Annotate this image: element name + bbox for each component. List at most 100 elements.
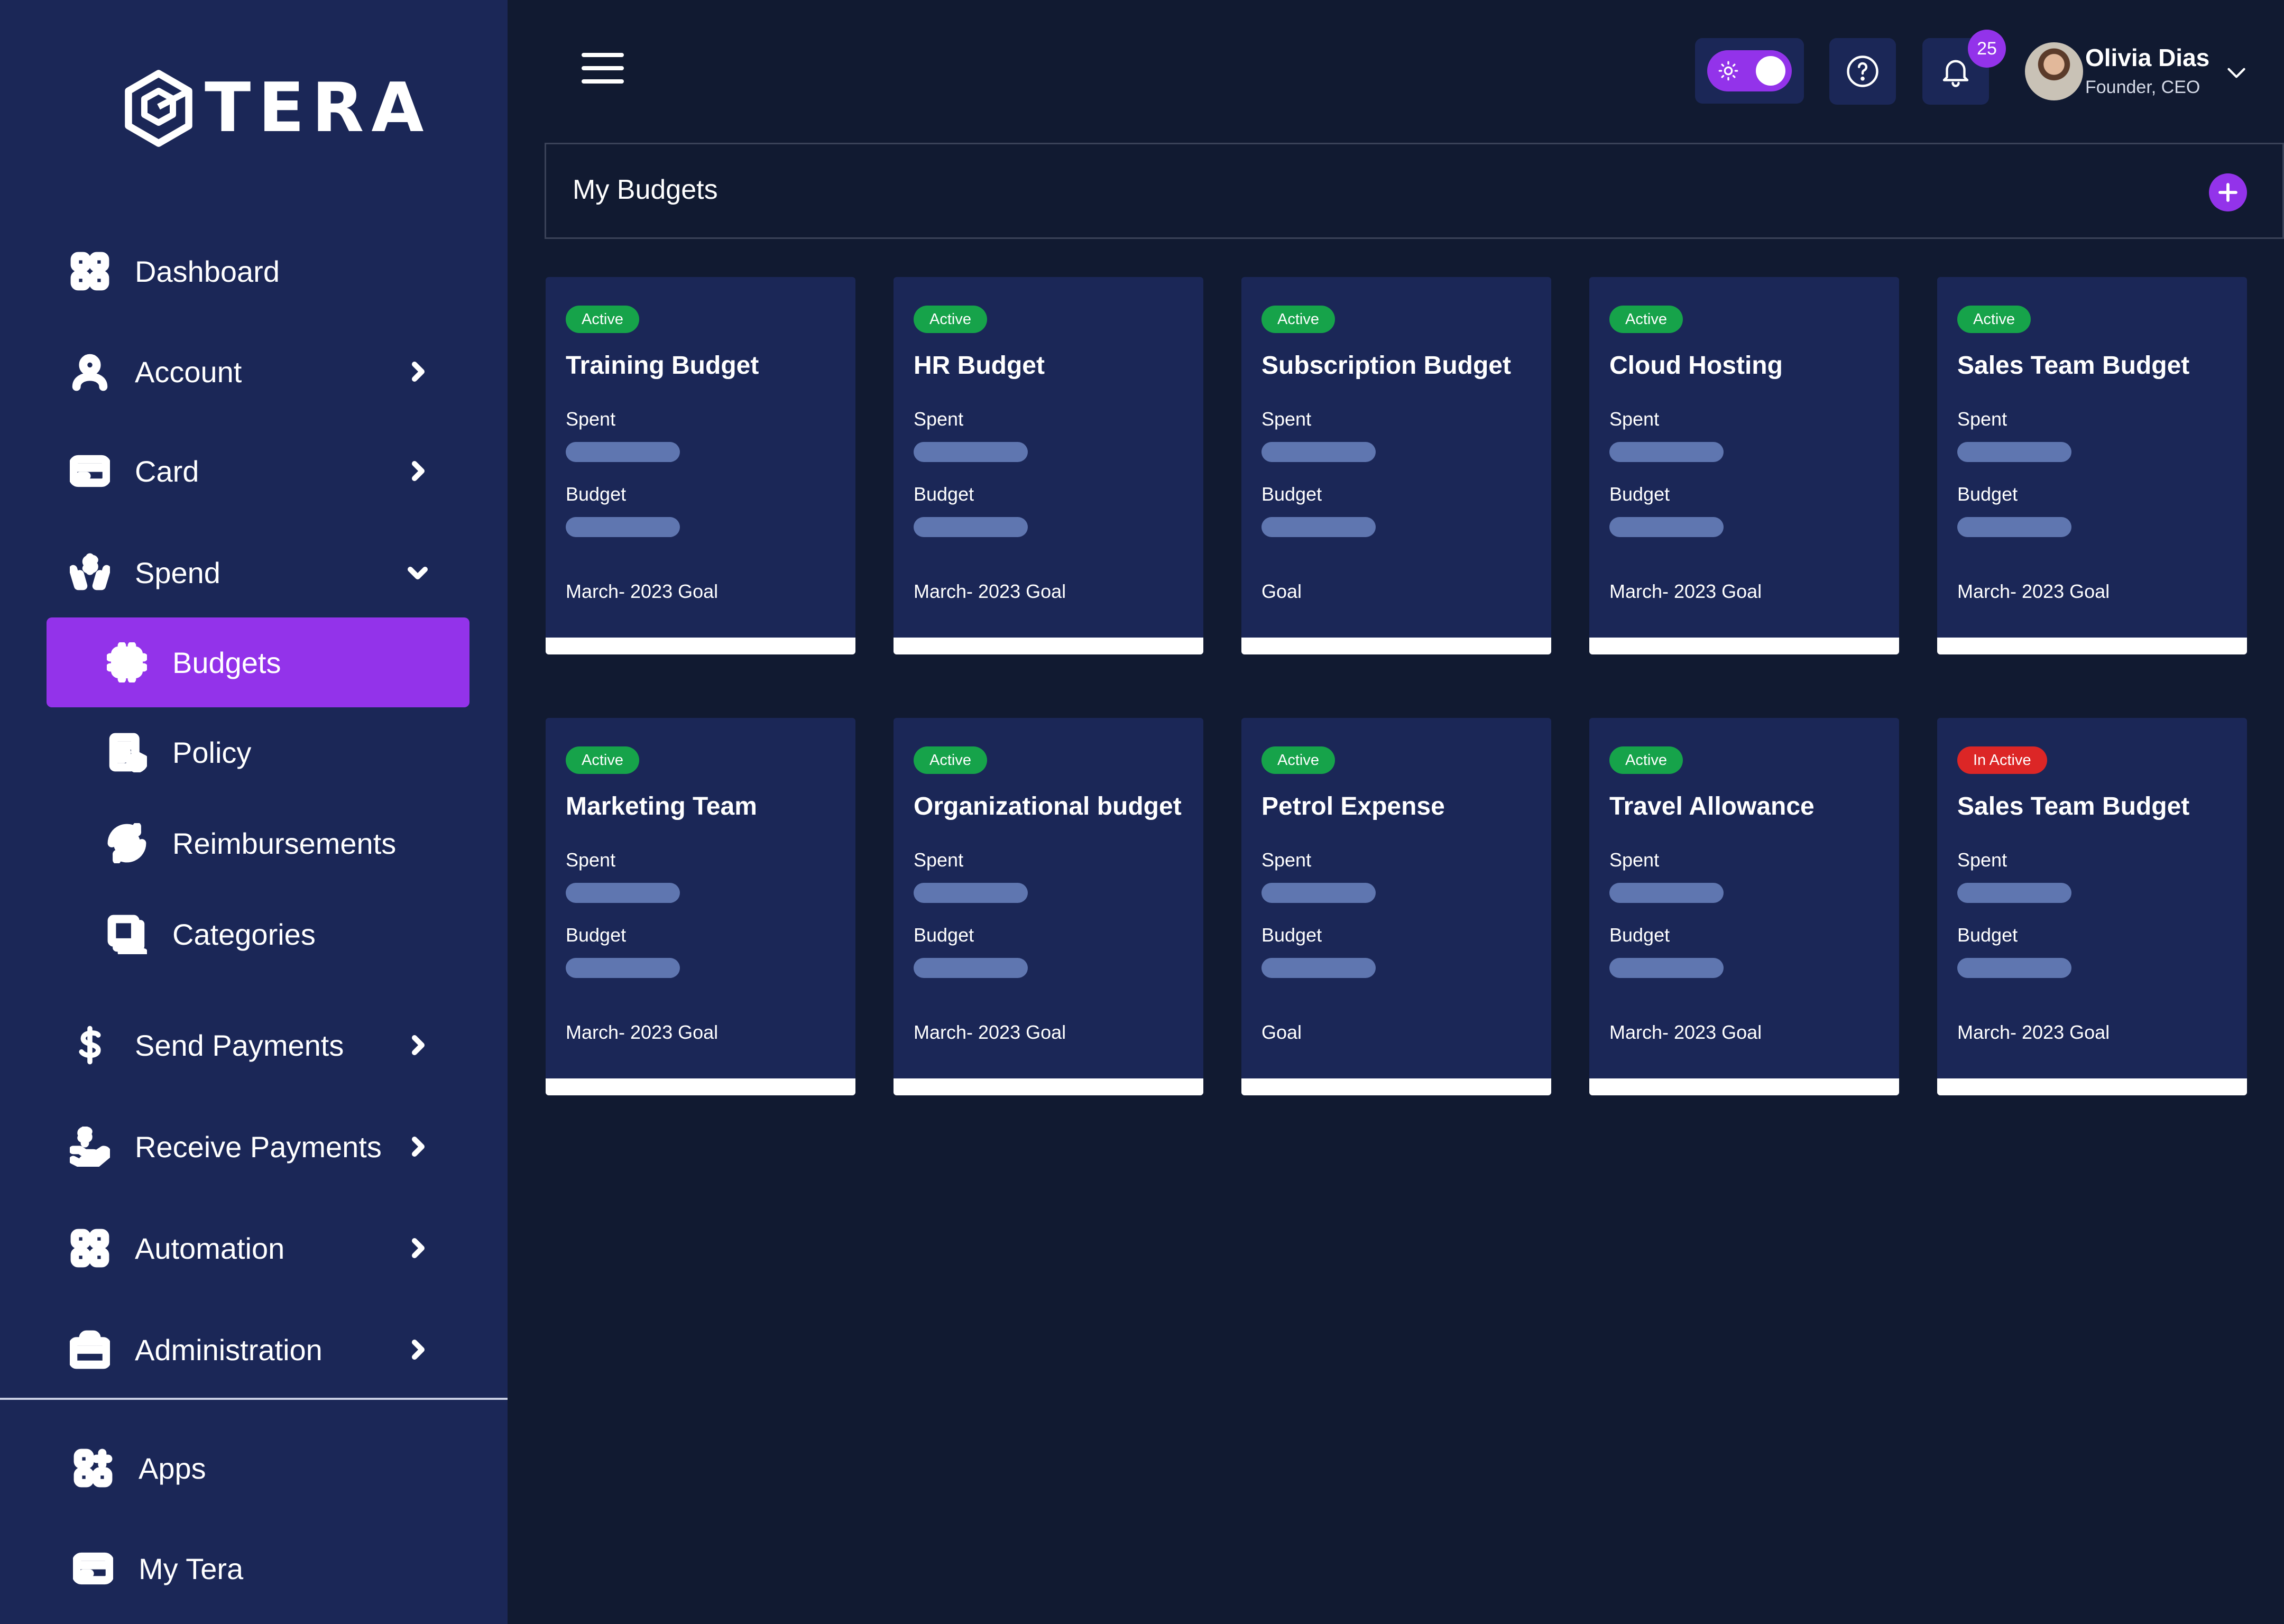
goal-label: Goal <box>1261 580 1302 602</box>
sidebar-subitem-categories[interactable]: Categories <box>47 889 469 979</box>
sidebar-subitem-policy[interactable]: Policy <box>47 707 469 797</box>
card-footer-bar <box>1589 638 1899 654</box>
budget-card[interactable]: Active HR Budget Spent Budget March- 202… <box>894 277 1203 654</box>
status-badge: Active <box>914 306 987 333</box>
hand-coin-icon <box>69 1125 111 1168</box>
budget-card[interactable]: In Active Sales Team Budget Spent Budget… <box>1937 718 2247 1095</box>
goal-label: March- 2023 Goal <box>914 1021 1066 1043</box>
money-hands-icon <box>69 551 111 594</box>
spent-bar <box>1261 442 1376 462</box>
dollar-icon <box>69 1024 111 1066</box>
sidebar-item-label: Apps <box>139 1451 206 1485</box>
budget-card[interactable]: Active Sales Team Budget Spent Budget Ma… <box>1937 277 2247 654</box>
spent-bar <box>914 442 1028 462</box>
sidebar-item-spend[interactable]: Spend <box>0 528 508 617</box>
refund-coin-icon <box>106 822 148 864</box>
sidebar-item-card[interactable]: Card <box>0 426 508 516</box>
budget-label: Budget <box>1957 924 2018 946</box>
budget-label: Budget <box>566 483 627 505</box>
goal-label: March- 2023 Goal <box>914 580 1066 602</box>
card-footer-bar <box>1937 1078 2247 1095</box>
sun-icon <box>1718 61 1738 81</box>
goal-label: March- 2023 Goal <box>1957 580 2110 602</box>
page-header: My Budgets <box>545 143 2284 239</box>
budget-card[interactable]: Active Organizational budget Spent Budge… <box>894 718 1203 1095</box>
spent-bar <box>1609 883 1724 903</box>
chevron-right-icon <box>403 357 432 386</box>
budget-title: Sales Team Budget <box>1957 352 2190 380</box>
budget-title: Organizational budget <box>914 792 1182 820</box>
sidebar-subitem-reimbursements[interactable]: Reimbursements <box>47 798 469 888</box>
sidebar-item-label: Administration <box>135 1333 323 1367</box>
sidebar-item-label: Send Payments <box>135 1028 344 1062</box>
hamburger-line <box>582 53 624 57</box>
budget-bar <box>1957 958 2071 978</box>
budget-label: Budget <box>914 483 974 505</box>
chevron-down-icon <box>403 558 432 587</box>
add-budget-button[interactable] <box>2209 173 2247 211</box>
budget-title: Subscription Budget <box>1261 352 1511 380</box>
chip-icon <box>106 641 148 684</box>
sidebar-item-send-payments[interactable]: Send Payments <box>0 1000 508 1090</box>
brand-name: TERA <box>205 69 431 147</box>
sidebar-item-automation[interactable]: Automation <box>0 1203 508 1293</box>
sidebar-item-my-tera[interactable]: My Tera <box>0 1524 508 1613</box>
sidebar-subitem-label: Policy <box>172 735 252 769</box>
card-footer-bar <box>894 638 1203 654</box>
sidebar-item-label: Automation <box>135 1231 285 1265</box>
budget-bar <box>1261 517 1376 537</box>
theme-toggle[interactable] <box>1695 38 1804 104</box>
sidebar-item-label: Spend <box>135 556 220 589</box>
budget-label: Budget <box>1261 483 1322 505</box>
user-menu-chevron-down-icon[interactable] <box>2223 59 2250 86</box>
status-badge: Active <box>1957 306 2031 333</box>
sidebar-divider <box>0 1398 508 1400</box>
sidebar-item-account[interactable]: Account <box>0 327 508 417</box>
sidebar-item-dashboard[interactable]: Dashboard <box>0 226 508 316</box>
status-badge: Active <box>914 746 987 774</box>
goal-label: March- 2023 Goal <box>1609 1021 1762 1043</box>
budget-label: Budget <box>914 924 974 946</box>
theme-switch[interactable] <box>1707 50 1792 91</box>
sidebar-subitem-budgets[interactable]: Budgets <box>47 617 469 707</box>
budget-card[interactable]: Active Petrol Expense Spent Budget Goal <box>1241 718 1551 1095</box>
card-footer-bar <box>1241 638 1551 654</box>
credit-card-icon <box>69 450 111 492</box>
chevron-right-icon <box>403 1030 432 1060</box>
budget-title: Training Budget <box>566 352 759 380</box>
budget-card[interactable]: Active Cloud Hosting Spent Budget March-… <box>1589 277 1899 654</box>
goal-label: Goal <box>1261 1021 1302 1043</box>
spent-label: Spent <box>1957 849 2007 871</box>
budget-bar <box>914 517 1028 537</box>
status-badge: Active <box>1261 306 1335 333</box>
sidebar-item-receive-payments[interactable]: Receive Payments <box>0 1102 508 1192</box>
sidebar-item-apps[interactable]: Apps <box>0 1423 508 1513</box>
page-title: My Budgets <box>573 174 718 205</box>
budget-card[interactable]: Active Subscription Budget Spent Budget … <box>1241 277 1551 654</box>
budget-card[interactable]: Active Marketing Team Spent Budget March… <box>546 718 855 1095</box>
chevron-right-icon <box>403 1233 432 1263</box>
tera-logo[interactable]: TERA <box>119 69 431 148</box>
spent-label: Spent <box>1609 849 1660 871</box>
menu-toggle-button[interactable] <box>582 53 624 90</box>
budget-title: Petrol Expense <box>1261 792 1445 820</box>
card-footer-bar <box>1241 1078 1551 1095</box>
goal-label: March- 2023 Goal <box>1957 1021 2110 1043</box>
budget-card[interactable]: Active Travel Allowance Spent Budget Mar… <box>1589 718 1899 1095</box>
switch-knob <box>1756 56 1785 86</box>
chevron-right-icon <box>403 1335 432 1364</box>
user-avatar[interactable] <box>2025 42 2083 100</box>
status-badge: Active <box>1261 746 1335 774</box>
budget-title: HR Budget <box>914 352 1045 380</box>
card-footer-bar <box>546 638 855 654</box>
status-badge: Active <box>1609 746 1683 774</box>
status-badge: Active <box>566 306 639 333</box>
help-button[interactable] <box>1829 38 1896 105</box>
plus-icon <box>2218 183 2237 202</box>
budget-label: Budget <box>1957 483 2018 505</box>
sidebar-item-administration[interactable]: Administration <box>0 1305 508 1395</box>
status-badge: Active <box>566 746 639 774</box>
spent-bar <box>1261 883 1376 903</box>
spent-label: Spent <box>566 408 616 430</box>
budget-card[interactable]: Active Training Budget Spent Budget Marc… <box>546 277 855 654</box>
